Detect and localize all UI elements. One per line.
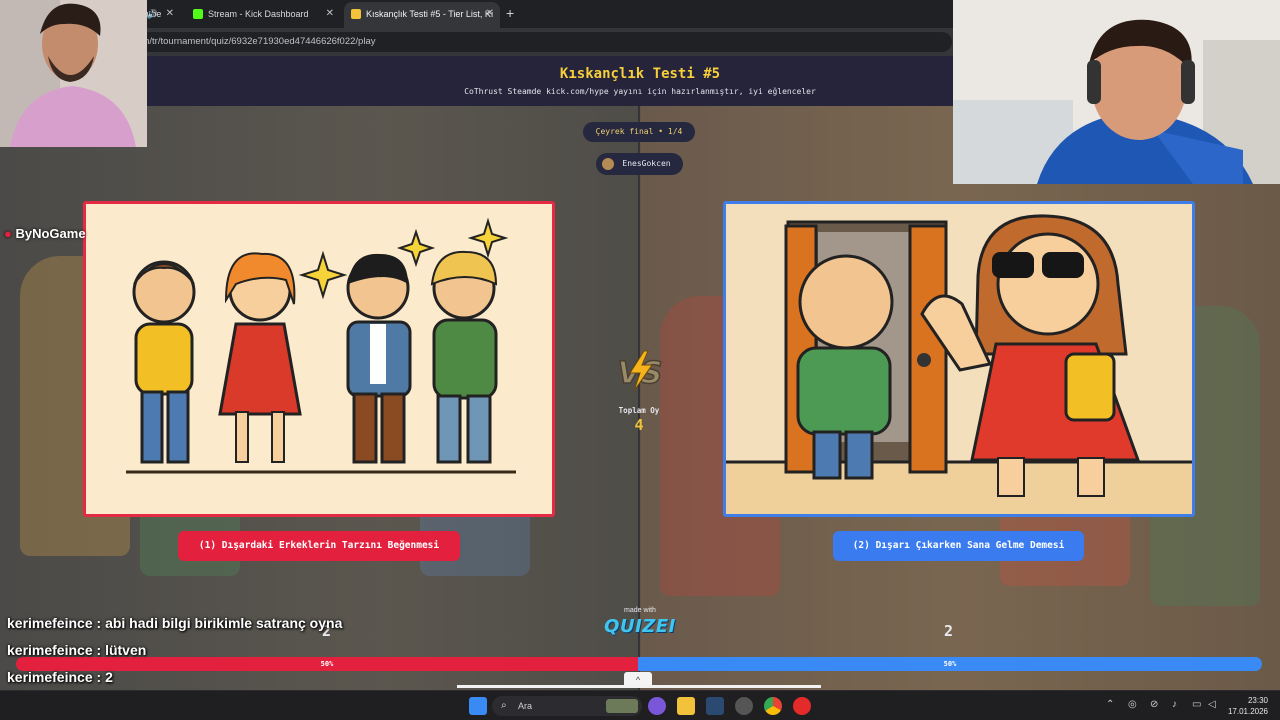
sponsor-mark-icon: ● xyxy=(4,226,12,241)
option-image-right xyxy=(726,204,1192,514)
chat-text: lütven xyxy=(105,642,147,658)
widgets-icon[interactable] xyxy=(606,699,638,713)
avatar xyxy=(602,158,614,170)
versus-badge: VS xyxy=(617,350,663,392)
opera-icon[interactable] xyxy=(793,697,811,715)
clock-date: 17.01.2026 xyxy=(1227,707,1268,716)
total-votes-label: Toplam Oy xyxy=(618,406,660,415)
round-badge: Çeyrek final • 1/4 xyxy=(583,122,695,142)
author-name: EnesGokcen xyxy=(622,159,671,168)
chat-user: kerimefeince xyxy=(7,669,93,685)
steam-icon[interactable] xyxy=(706,697,724,715)
close-tab-icon[interactable]: ✕ xyxy=(166,2,174,26)
chat-message: kerimefeince : lütven xyxy=(7,642,147,658)
made-with-label: made with xyxy=(624,607,656,614)
chat-user: kerimefeince xyxy=(7,642,93,658)
option-button-right[interactable]: (2) Dışarı Çıkarken Sana Gelme Demesi xyxy=(833,531,1084,561)
votes-right: 2 xyxy=(944,622,954,640)
total-votes-value: 4 xyxy=(634,416,644,434)
sponsor-name: ByNoGame xyxy=(15,226,86,241)
webcam-person-image xyxy=(953,0,1280,184)
center-divider xyxy=(638,106,640,690)
tab-quiz[interactable]: Kıskançlık Testi #5 - Tier List, Kı ✕ xyxy=(344,2,500,28)
network-icon[interactable]: ⊘ xyxy=(1150,699,1158,710)
system-clock[interactable]: 23:30 17.01.2026 xyxy=(1228,695,1268,717)
search-placeholder: Ara xyxy=(518,701,533,711)
discord-icon[interactable] xyxy=(648,697,666,715)
option-image-left xyxy=(86,204,552,514)
close-tab-icon[interactable]: ✕ xyxy=(326,2,334,26)
file-explorer-icon[interactable] xyxy=(677,697,695,715)
quizei-icon xyxy=(351,9,361,19)
tab-label: Kıskançlık Testi #5 - Tier List, Kı xyxy=(366,9,494,19)
author-badge[interactable]: EnesGokcen xyxy=(596,153,683,175)
chat-message: kerimefeince : 2 xyxy=(7,669,113,685)
webcam-person-image xyxy=(0,0,147,147)
address-bar[interactable]: quizei.com/tr/tournament/quiz/6932e71930… xyxy=(90,32,952,52)
chevron-up-icon[interactable]: ⌃ xyxy=(1106,699,1114,710)
windows-taskbar: ⌕ Ara ⌃ ◎ ⊘ ♪ ▭ ◁ 23:30 17.01.2026 xyxy=(0,690,1280,720)
clock-time: 23:30 xyxy=(1247,696,1268,705)
screen: ⌄ YouTube 🔊 ✕ Stream - Kick Dashboard ✕ … xyxy=(0,0,1280,720)
volume-icon[interactable]: ◁ xyxy=(1208,699,1216,710)
tray-app-icon[interactable]: ◎ xyxy=(1128,699,1137,710)
new-tab-button[interactable]: + xyxy=(506,5,514,21)
progress-bar-right: 50% xyxy=(638,657,1262,671)
display-icon[interactable]: ▭ xyxy=(1192,699,1201,710)
chat-text: abi hadi bilgi birikimle satranç oyna xyxy=(105,615,343,631)
search-icon: ⌕ xyxy=(501,700,507,711)
chat-text: 2 xyxy=(105,669,113,685)
microphone-icon[interactable]: ♪ xyxy=(1172,699,1177,710)
horizontal-scrollbar[interactable] xyxy=(457,685,821,688)
option-card-right[interactable] xyxy=(723,201,1195,517)
sponsor-logo: ● ByNoGame xyxy=(4,226,86,241)
option-card-left[interactable] xyxy=(83,201,555,517)
windows-start-icon[interactable] xyxy=(469,697,487,715)
kick-icon xyxy=(193,9,203,19)
webcam-large xyxy=(953,0,1280,184)
percent-right: 50% xyxy=(943,660,957,668)
close-tab-icon[interactable]: ✕ xyxy=(486,2,494,26)
webcam-small xyxy=(0,0,147,147)
option-button-left[interactable]: (1) Dışardaki Erkeklerin Tarzını Beğenme… xyxy=(178,531,460,561)
quizei-logo[interactable]: QUIZEI xyxy=(600,616,680,637)
tab-label: Stream - Kick Dashboard xyxy=(208,9,309,19)
speaker-icon[interactable]: 🔊 xyxy=(147,2,158,26)
obs-icon[interactable] xyxy=(735,697,753,715)
chrome-icon[interactable] xyxy=(764,697,782,715)
chat-message: kerimefeince : abi hadi bilgi birikimle … xyxy=(7,615,343,631)
tab-kick-dashboard[interactable]: Stream - Kick Dashboard ✕ xyxy=(186,2,340,28)
chat-user: kerimefeince xyxy=(7,615,93,631)
